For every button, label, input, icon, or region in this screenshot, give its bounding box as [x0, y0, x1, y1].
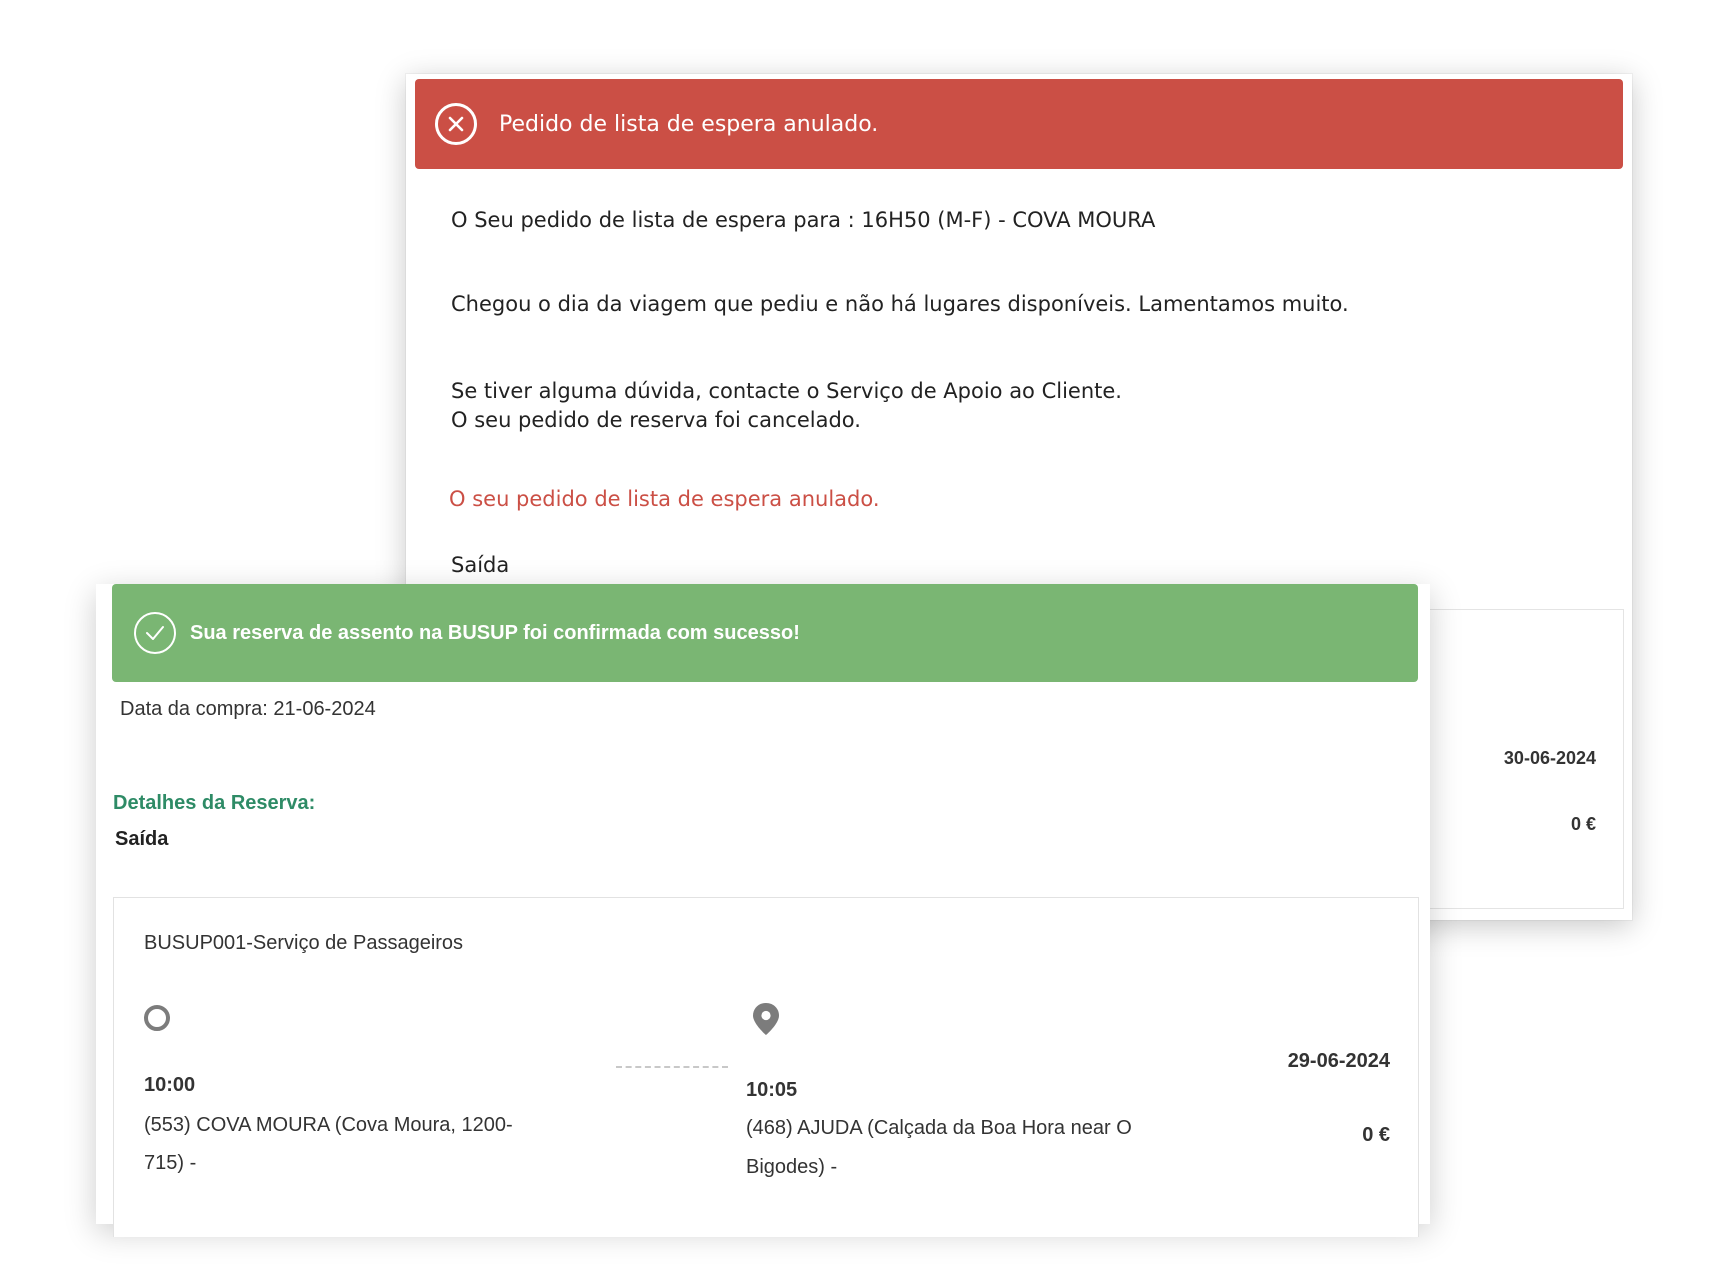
- support-contact-text: Se tiver alguma dúvida, contacte o Servi…: [451, 379, 1122, 403]
- reservation-cancelled-text: O seu pedido de reserva foi cancelado.: [451, 408, 861, 432]
- trip-price: 0 €: [1570, 814, 1596, 834]
- destination-stop-line1: (468) AJUDA (Calçada da Boa Hora near O: [746, 1117, 1132, 1139]
- purchase-date: Data da compra: 21-06-2024: [120, 698, 376, 720]
- waitlist-request-text: O Seu pedido de lista de espera para : 1…: [451, 208, 1156, 232]
- circle-outline-icon: [144, 1005, 170, 1031]
- booking-confirmed-alert: Sua reserva de assento na BUSUP foi conf…: [112, 584, 1418, 682]
- trip-card: BUSUP001-Serviço de Passageiros 10:00 (5…: [113, 897, 1419, 1237]
- trip-date: 29-06-2024: [1287, 1050, 1390, 1072]
- screenshot-canvas: Pedido de lista de espera anulado. O Seu…: [0, 0, 1726, 1274]
- reservation-details-title: Detalhes da Reserva:: [113, 792, 316, 814]
- waitlist-cancelled-alert: Pedido de lista de espera anulado.: [415, 79, 1623, 169]
- trip-price: 0 €: [1362, 1124, 1390, 1146]
- route-connector: [616, 1066, 728, 1068]
- no-seats-text: Chegou o dia da viagem que pediu e não h…: [451, 292, 1349, 316]
- departure-time: 10:00: [144, 1074, 196, 1096]
- trip-date: 30-06-2024: [1503, 748, 1596, 768]
- waitlist-status-text: O seu pedido de lista de espera anulado.: [449, 487, 880, 511]
- check-circle-icon: [134, 612, 176, 654]
- map-pin-icon: [751, 1002, 781, 1041]
- arrival-time: 10:05: [746, 1079, 798, 1101]
- booking-confirmation-card: Sua reserva de assento na BUSUP foi conf…: [96, 584, 1430, 1237]
- origin-stop-line1: (553) COVA MOURA (Cova Moura, 1200-: [144, 1114, 513, 1136]
- direction-label: Saída: [451, 553, 510, 577]
- destination-stop-line2: Bigodes) -: [746, 1156, 838, 1178]
- service-name: BUSUP001-Serviço de Passageiros: [144, 932, 464, 954]
- alert-message: Pedido de lista de espera anulado.: [499, 111, 879, 137]
- close-circle-icon: [435, 103, 477, 145]
- direction-label: Saída: [115, 828, 169, 850]
- origin-stop-line2: 715) -: [144, 1152, 197, 1174]
- alert-message: Sua reserva de assento na BUSUP foi conf…: [190, 621, 800, 644]
